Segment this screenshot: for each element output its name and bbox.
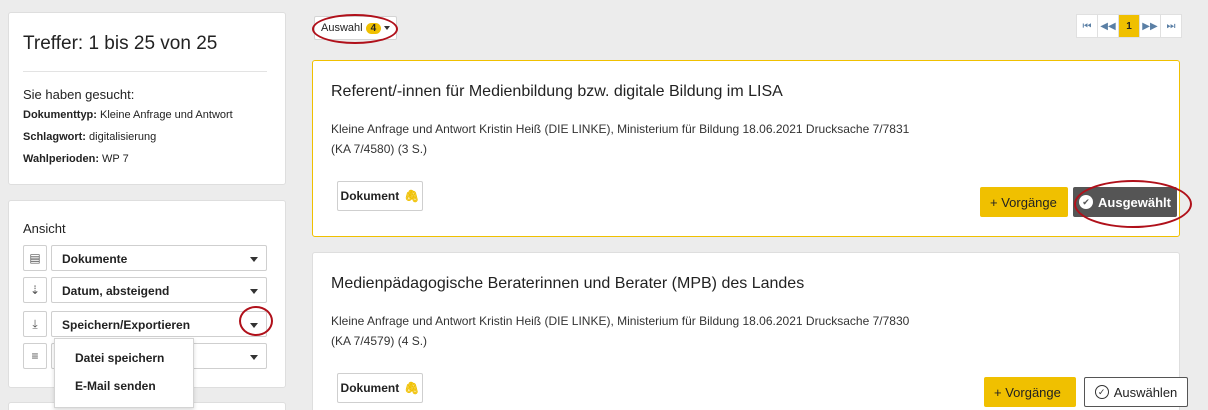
document-card: Referent/-innen für Medienbildung bzw. d… bbox=[312, 60, 1180, 237]
export-select[interactable]: Speichern/Exportieren bbox=[51, 311, 267, 337]
document-meta: Kleine Anfrage und Antwort Kristin Heiß … bbox=[331, 122, 910, 156]
divider bbox=[23, 71, 267, 72]
last-page-button[interactable]: ⏭ bbox=[1160, 14, 1182, 38]
chevron-down-icon bbox=[250, 257, 258, 262]
export-control[interactable]: ⤓ Speichern/Exportieren bbox=[23, 311, 267, 337]
add-procedure-button[interactable]: + Vorgänge bbox=[984, 377, 1076, 407]
document-link-button[interactable]: Dokument 🖇 bbox=[337, 373, 423, 403]
document-card: Medienpädagogische Beraterinnen und Bera… bbox=[312, 252, 1188, 410]
highlight-ring bbox=[239, 306, 273, 336]
results-count: Treffer: 1 bis 25 von 25 bbox=[23, 33, 218, 54]
criterion-keyword: Schlagwort: digitalisierung bbox=[23, 131, 157, 143]
export-dropdown-menu: Datei speichern E-Mail senden bbox=[54, 338, 194, 408]
view-mode-control[interactable]: ▤ Dokumente bbox=[23, 245, 267, 271]
view-heading: Ansicht bbox=[23, 221, 66, 236]
prev-page-button[interactable]: ◀◀ bbox=[1097, 14, 1119, 38]
first-page-button[interactable]: ⏮ bbox=[1076, 14, 1098, 38]
menu-icon: ≡ bbox=[23, 343, 47, 369]
searched-heading: Sie haben gesucht: bbox=[23, 87, 135, 102]
sort-control[interactable]: ⇣ Datum, absteigend bbox=[23, 277, 267, 303]
paperclip-icon: 🖇 bbox=[404, 189, 420, 203]
sort-icon: ⇣ bbox=[23, 277, 47, 303]
sort-select[interactable]: Datum, absteigend bbox=[51, 277, 267, 303]
document-title[interactable]: Referent/-innen für Medienbildung bzw. d… bbox=[331, 83, 783, 101]
select-button[interactable]: ✓ Auswählen bbox=[1084, 377, 1188, 407]
document-link-button[interactable]: Dokument 🖇 bbox=[337, 181, 423, 211]
check-circle-icon: ✓ bbox=[1094, 385, 1109, 399]
menu-item-save-file[interactable]: Datei speichern bbox=[75, 351, 164, 365]
current-page-button[interactable]: 1 bbox=[1118, 14, 1140, 38]
criterion-doctype: Dokumenttyp: Kleine Anfrage und Antwort bbox=[23, 109, 233, 121]
paperclip-icon: 🖇 bbox=[404, 381, 420, 395]
download-icon: ⤓ bbox=[23, 311, 47, 337]
menu-item-send-email[interactable]: E-Mail senden bbox=[75, 379, 156, 393]
highlight-ring bbox=[312, 14, 398, 44]
chevron-down-icon bbox=[250, 355, 258, 360]
highlight-ring bbox=[1074, 180, 1192, 228]
next-page-button[interactable]: ▶▶ bbox=[1139, 14, 1161, 38]
document-meta: Kleine Anfrage und Antwort Kristin Heiß … bbox=[331, 314, 910, 348]
pagination: ⏮ ◀◀ 1 ▶▶ ⏭ bbox=[1076, 14, 1182, 38]
add-procedure-button[interactable]: + Vorgänge bbox=[980, 187, 1068, 217]
criterion-period: Wahlperioden: WP 7 bbox=[23, 153, 129, 165]
chevron-down-icon bbox=[250, 289, 258, 294]
search-summary-panel: Treffer: 1 bis 25 von 25 Sie haben gesuc… bbox=[8, 12, 286, 185]
list-icon: ▤ bbox=[23, 245, 47, 271]
view-mode-select[interactable]: Dokumente bbox=[51, 245, 267, 271]
document-title[interactable]: Medienpädagogische Beraterinnen und Bera… bbox=[331, 275, 804, 293]
